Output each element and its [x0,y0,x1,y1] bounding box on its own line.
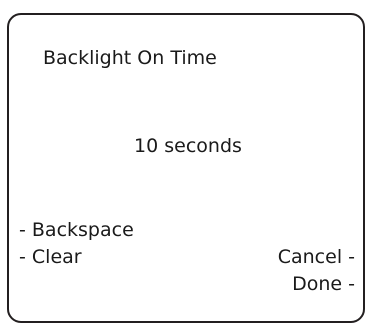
done-softkey[interactable]: Done - [292,273,355,295]
setting-title: Backlight On Time [43,47,217,69]
clear-softkey[interactable]: - Clear [19,246,82,268]
backspace-softkey[interactable]: - Backspace [19,219,134,241]
cancel-softkey[interactable]: Cancel - [278,246,355,268]
setting-value[interactable]: 10 seconds [9,135,367,157]
phone-display-screen: Backlight On Time 10 seconds - Backspace… [7,13,365,323]
